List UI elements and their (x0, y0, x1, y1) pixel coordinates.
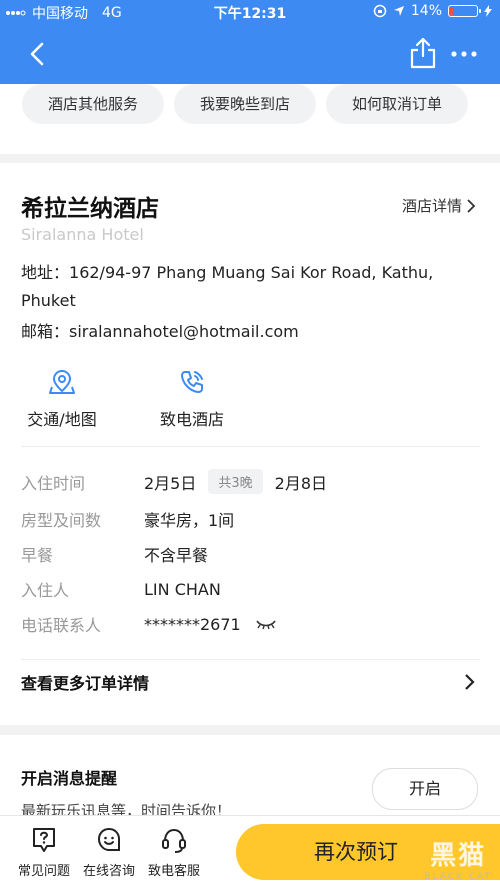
online-consult-button[interactable]: 在线咨询 (80, 826, 138, 879)
chevron-right-icon (467, 198, 476, 213)
address-label: 地址： (21, 263, 70, 282)
checkin-label: 入住时间 (21, 473, 86, 493)
map-pin-icon (49, 369, 75, 394)
status-right: 14% (373, 3, 492, 19)
guest-label: 入住人 (21, 581, 70, 600)
share-icon[interactable] (408, 36, 438, 70)
nights-badge: 共3晚 (208, 469, 263, 494)
battery-percent: 14% (410, 3, 442, 19)
map-label: 交通/地图 (27, 410, 97, 429)
hotel-email: 邮箱：siralannahotel@hotmail.com (21, 318, 299, 342)
chip-cancel-order[interactable]: 如何取消订单 (326, 84, 469, 124)
lock-rotation-icon (373, 4, 387, 18)
battery-fill (450, 7, 454, 15)
guest-value: LIN CHAN (144, 579, 221, 599)
notification-card: 开启消息提醒 最新玩乐讯息等，时间告诉你！ 开启 (0, 735, 500, 820)
guest-row: 入住人 LIN CHAN (21, 577, 221, 601)
call-service-label: 致电客服 (147, 864, 200, 879)
service-chips-card: 酒店其他服务 我要晚些到店 如何取消订单 (0, 84, 500, 154)
email-value: siralannahotel@hotmail.com (69, 322, 299, 341)
room-value: 豪华房，1间 (144, 511, 235, 530)
address-value: 162/94-97 Phang Muang Sai Kor Road, Kath… (21, 263, 434, 310)
back-arrow-icon[interactable] (22, 38, 54, 70)
more-order-details[interactable]: 查看更多订单详情 (21, 670, 476, 694)
phone-label: 电话联系人 (21, 616, 102, 635)
chip-late-arrival[interactable]: 我要晚些到店 (174, 84, 317, 124)
hotel-details-label: 酒店详情 (401, 197, 462, 215)
watermark-cn: 黑猫 (430, 841, 487, 871)
more-order-details-label: 查看更多订单详情 (21, 674, 150, 693)
map-button[interactable]: 交通/地图 (21, 368, 103, 430)
phone-row: 电话联系人 *******2671 (21, 612, 277, 636)
nav-bar (0, 24, 500, 84)
checkin-date: 2月5日 (144, 473, 197, 493)
status-bar: 中国移动 4G 下午12:31 14% (0, 0, 500, 24)
chip-other-services[interactable]: 酒店其他服务 (22, 84, 165, 124)
breakfast-value: 不含早餐 (144, 546, 209, 565)
breakfast-row: 早餐 不含早餐 (21, 542, 208, 566)
location-icon (393, 6, 404, 16)
watermark: 黑猫 BLACK CAT (424, 835, 492, 882)
notification-title: 开启消息提醒 (21, 769, 118, 788)
faq-label: 常见问题 (17, 864, 70, 879)
hotel-name: 希拉兰纳酒店 (21, 196, 159, 222)
headset-icon (162, 828, 186, 853)
call-service-button[interactable]: 致电客服 (144, 826, 204, 879)
room-label: 房型及间数 (21, 511, 102, 530)
charging-icon (484, 5, 492, 17)
phone-value: *******2671 (144, 614, 241, 634)
help-icon (33, 828, 55, 852)
enable-notification-button[interactable]: 开启 (372, 768, 478, 810)
checkout-date: 2月8日 (274, 473, 328, 493)
faq-button[interactable]: 常见问题 (16, 826, 72, 879)
email-label: 邮箱： (21, 322, 70, 341)
more-icon[interactable] (448, 38, 480, 70)
hotel-card: 希拉兰纳酒店 Siralanna Hotel 酒店详情 地址：162/94-97… (0, 163, 500, 725)
chevron-right-icon (465, 674, 475, 690)
battery-icon (448, 5, 481, 17)
service-chips: 酒店其他服务 我要晚些到店 如何取消订单 (22, 84, 469, 124)
watermark-en: BLACK CAT (424, 872, 492, 882)
hotel-address: 地址：162/94-97 Phang Muang Sai Kor Road, K… (21, 259, 461, 315)
call-hotel-button[interactable]: 致电酒店 (156, 368, 228, 430)
call-hotel-label: 致电酒店 (159, 410, 224, 429)
breakfast-label: 早餐 (21, 546, 54, 565)
eye-closed-icon[interactable] (255, 617, 277, 631)
hotel-name-en: Siralanna Hotel (21, 225, 144, 244)
divider (21, 659, 480, 660)
online-consult-label: 在线咨询 (82, 864, 135, 879)
room-row: 房型及间数 豪华房，1间 (21, 507, 234, 531)
checkin-row: 入住时间 2月5日 共3晚 2月8日 (21, 469, 327, 494)
divider (21, 446, 480, 447)
phone-icon (181, 371, 203, 393)
hotel-details-link[interactable]: 酒店详情 (402, 195, 476, 216)
chat-face-icon (97, 827, 120, 851)
